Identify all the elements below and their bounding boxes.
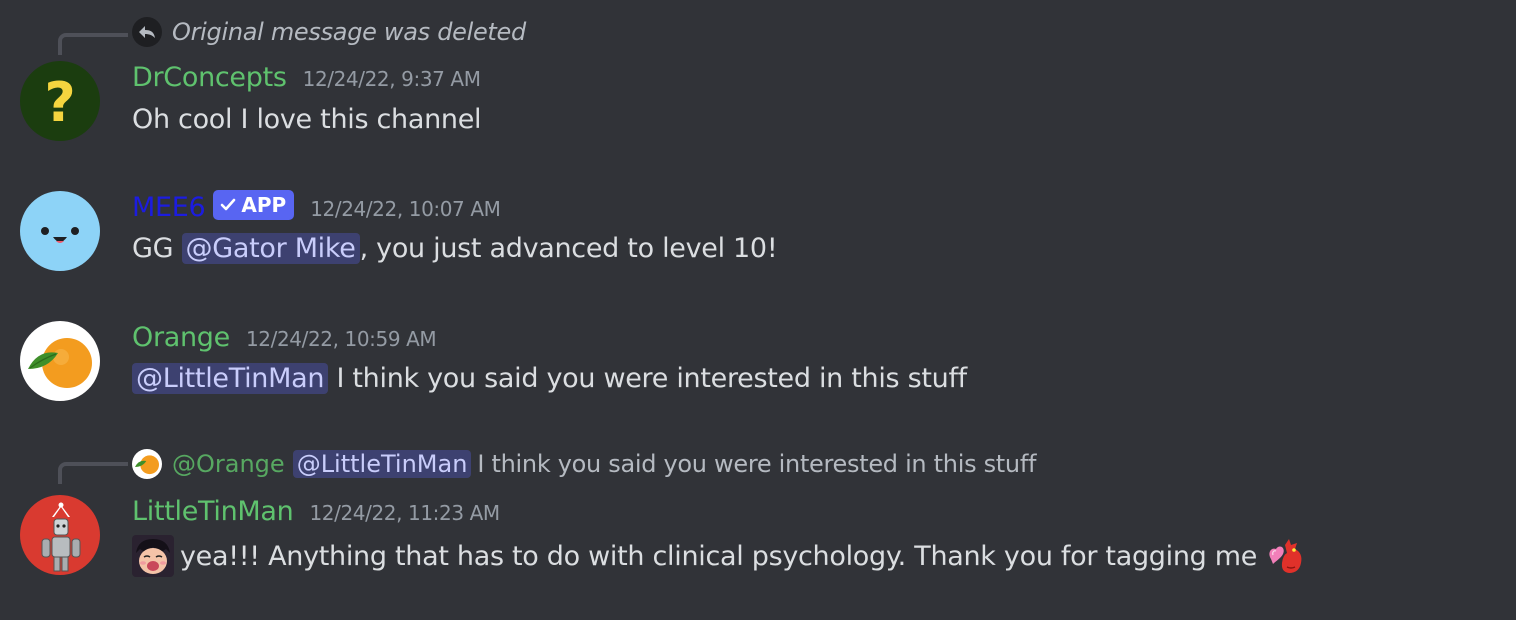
checkmark-icon — [221, 198, 236, 211]
timestamp[interactable]: 12/24/22, 10:59 AM — [246, 327, 437, 351]
svg-text:?: ? — [44, 71, 75, 134]
message-header: Orange 12/24/22, 10:59 AM — [132, 322, 437, 353]
user-mention[interactable]: @LittleTinMan — [132, 363, 329, 394]
anime-face-emoji[interactable] — [132, 535, 174, 577]
message-text-after: I think you said you were interested in … — [328, 363, 967, 394]
app-badge: APP — [213, 190, 295, 220]
username[interactable]: MEE6 — [132, 192, 206, 223]
reply-connector-line — [58, 33, 128, 55]
reply-reference[interactable]: Original message was deleted — [132, 17, 526, 47]
reply-author-name[interactable]: @Orange — [172, 450, 285, 478]
message-text-after: , you just advanced to level 10! — [359, 233, 778, 264]
reply-reference[interactable]: @Orange @LittleTinMan I think you said y… — [132, 449, 1036, 479]
message-body: yea!!! Anything that has to do with clin… — [180, 540, 1258, 572]
message-header: LittleTinMan 12/24/22, 11:23 AM — [132, 496, 500, 527]
mee6-face-avatar[interactable] — [20, 191, 100, 271]
orange-fruit-avatar[interactable] — [20, 321, 100, 401]
message-header: MEE6 APP 12/24/22, 10:07 AM — [132, 190, 501, 223]
user-mention[interactable]: @Gator Mike — [181, 233, 360, 264]
reply-preview-text: I think you said you were interested in … — [477, 450, 1037, 478]
username[interactable]: DrConcepts — [132, 62, 287, 93]
message-text: yea!!! Anything that has to do with clin… — [132, 535, 1307, 577]
orange-fruit-reply-avatar — [132, 449, 162, 479]
reply-user-mention[interactable]: @LittleTinMan — [292, 450, 472, 478]
question-mark-avatar[interactable]: ? — [20, 61, 100, 141]
message-header: DrConcepts 12/24/22, 9:37 AM — [132, 62, 481, 93]
message-body: Oh cool I love this channel — [132, 104, 482, 135]
reply-arrow-icon — [132, 17, 162, 47]
deleted-message-text: Original message was deleted — [172, 18, 526, 46]
heart-dragon-emoji[interactable] — [1265, 535, 1307, 577]
message-text: @LittleTinMan I think you said you were … — [132, 363, 967, 394]
timestamp[interactable]: 12/24/22, 9:37 AM — [303, 67, 481, 91]
timestamp[interactable]: 12/24/22, 10:07 AM — [310, 197, 501, 221]
app-badge-label: APP — [241, 193, 287, 217]
username[interactable]: Orange — [132, 322, 230, 353]
tin-man-avatar[interactable] — [20, 495, 100, 575]
message-text: Oh cool I love this channel — [132, 104, 482, 135]
message-text-before: GG — [132, 233, 182, 264]
reply-connector-line — [58, 462, 128, 484]
timestamp[interactable]: 12/24/22, 11:23 AM — [309, 501, 500, 525]
username[interactable]: LittleTinMan — [132, 496, 294, 527]
message-text: GG @Gator Mike , you just advanced to le… — [132, 233, 778, 264]
